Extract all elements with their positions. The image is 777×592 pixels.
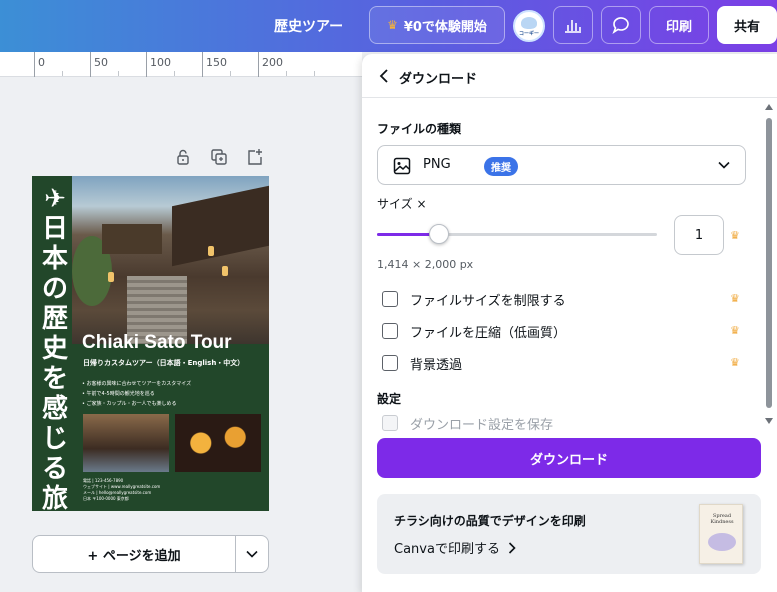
size-slider-handle[interactable]	[428, 224, 449, 244]
option-label: 背景透過	[410, 357, 463, 373]
add-page-icon[interactable]	[246, 148, 264, 166]
comments-button[interactable]	[601, 6, 641, 44]
size-input[interactable]: 1	[674, 215, 724, 255]
compress-file-checkbox[interactable]	[382, 323, 398, 339]
size-label: サイズ ×	[377, 197, 427, 211]
add-page-button[interactable]: + ページを追加	[32, 535, 236, 573]
poster-contact: 電話 | 123-456-7890 ウェブサイト | www.reallygre…	[83, 478, 161, 501]
top-bar: 歴史ツアー ♛ ¥0で体験開始 コーギー 印刷 共有	[0, 0, 777, 52]
scrollbar-thumb[interactable]	[766, 118, 772, 408]
design-page[interactable]: ✈日 本の 歴史 を感 じる 旅。 Chiaki Sato Tour 日帰りカス…	[32, 176, 269, 511]
chevron-down-icon	[246, 550, 258, 558]
chevron-right-icon	[508, 541, 516, 554]
save-settings-option[interactable]: ダウンロード設定を保存	[382, 414, 554, 433]
back-arrow-icon[interactable]	[378, 68, 392, 84]
street-photo	[72, 176, 269, 344]
lanterns-photo	[175, 414, 261, 472]
limit-file-size-option[interactable]: ファイルサイズを制限する	[382, 290, 566, 309]
option-label: ダウンロード設定を保存	[410, 417, 554, 433]
comment-icon	[612, 17, 629, 34]
free-trial-label: ¥0で体験開始	[403, 19, 487, 35]
avatar-face-icon	[521, 17, 537, 29]
flyer-thumbnail-text: Spread Kindness	[710, 513, 734, 525]
file-type-select[interactable]: PNG 推奨	[377, 145, 746, 185]
avatar[interactable]: コーギー	[513, 10, 545, 42]
chevron-down-icon	[718, 161, 730, 169]
ruler-tick: 150	[202, 52, 227, 77]
panel-scrollbar[interactable]	[764, 104, 774, 434]
lock-icon[interactable]	[174, 148, 192, 166]
dimensions-text: 1,414 × 2,000 px	[377, 258, 474, 271]
ruler-tick: 50	[90, 52, 108, 77]
crown-icon: ♛	[730, 324, 740, 337]
add-page-dropdown[interactable]	[235, 535, 269, 573]
share-button[interactable]: 共有	[717, 6, 777, 44]
ruler-tick: 100	[146, 52, 171, 77]
transparent-background-option[interactable]: 背景透過	[382, 354, 463, 373]
free-trial-button[interactable]: ♛ ¥0で体験開始	[369, 6, 505, 44]
compress-file-option[interactable]: ファイルを圧縮（低画質）	[382, 322, 567, 341]
poster-title: Chiaki Sato Tour	[82, 332, 232, 353]
ruler: 0 50 100 150 200	[0, 52, 362, 77]
image-icon	[393, 157, 411, 175]
crown-icon: ♛	[730, 292, 740, 305]
vertical-title: ✈日 本の 歴史 を感 じる 旅。	[41, 184, 68, 511]
flyer-thumbnail: Spread Kindness	[699, 504, 743, 564]
promo-link-label: Canvaで印刷する	[394, 542, 500, 557]
crown-icon: ♛	[730, 229, 740, 242]
duplicate-page-icon[interactable]	[210, 148, 228, 166]
panel-title: ダウンロード	[399, 72, 478, 87]
crown-icon: ♛	[730, 356, 740, 369]
print-button[interactable]: 印刷	[649, 6, 709, 44]
print-with-canva-link[interactable]: Canvaで印刷する	[394, 538, 516, 557]
scroll-down-icon[interactable]	[765, 418, 773, 424]
download-button[interactable]: ダウンロード	[377, 438, 761, 478]
poster-subtitle: 日帰りカスタムツアー（日本語・English・中文）	[83, 359, 245, 367]
insights-button[interactable]	[553, 6, 593, 44]
panel-header: ダウンロード	[362, 54, 777, 98]
limit-file-size-checkbox[interactable]	[382, 291, 398, 307]
size-slider[interactable]	[377, 233, 657, 236]
promo-title: チラシ向けの品質でデザインを印刷	[394, 514, 586, 528]
crown-icon: ♛	[387, 18, 398, 32]
file-type-label: ファイルの種類	[377, 122, 462, 136]
file-type-value: PNG	[423, 157, 451, 172]
ruler-tick: 0	[34, 52, 45, 77]
avatar-text: コーギー	[518, 31, 539, 37]
option-label: ファイルを圧縮（低画質）	[410, 325, 567, 341]
print-promo-card[interactable]: チラシ向けの品質でデザインを印刷 Canvaで印刷する Spread Kindn…	[377, 494, 761, 574]
ruler-tick: 200	[258, 52, 283, 77]
scroll-up-icon[interactable]	[765, 104, 773, 110]
recommended-badge: 推奨	[484, 157, 518, 176]
alley-photo	[83, 414, 169, 472]
download-panel: ダウンロード ファイルの種類 PNG 推奨 サイズ × 1 ♛ 1,414 × …	[362, 54, 777, 592]
document-title[interactable]: 歴史ツアー	[274, 16, 343, 36]
save-settings-checkbox[interactable]	[382, 415, 398, 431]
option-label: ファイルサイズを制限する	[410, 293, 566, 309]
poster-bullets: • お客様の興味に合わせてツアーをカスタマイズ • 午前で4-5時間の観光地を巡…	[82, 381, 192, 407]
bar-chart-icon	[565, 20, 581, 33]
settings-label: 設定	[377, 392, 402, 406]
transparent-background-checkbox[interactable]	[382, 355, 398, 371]
